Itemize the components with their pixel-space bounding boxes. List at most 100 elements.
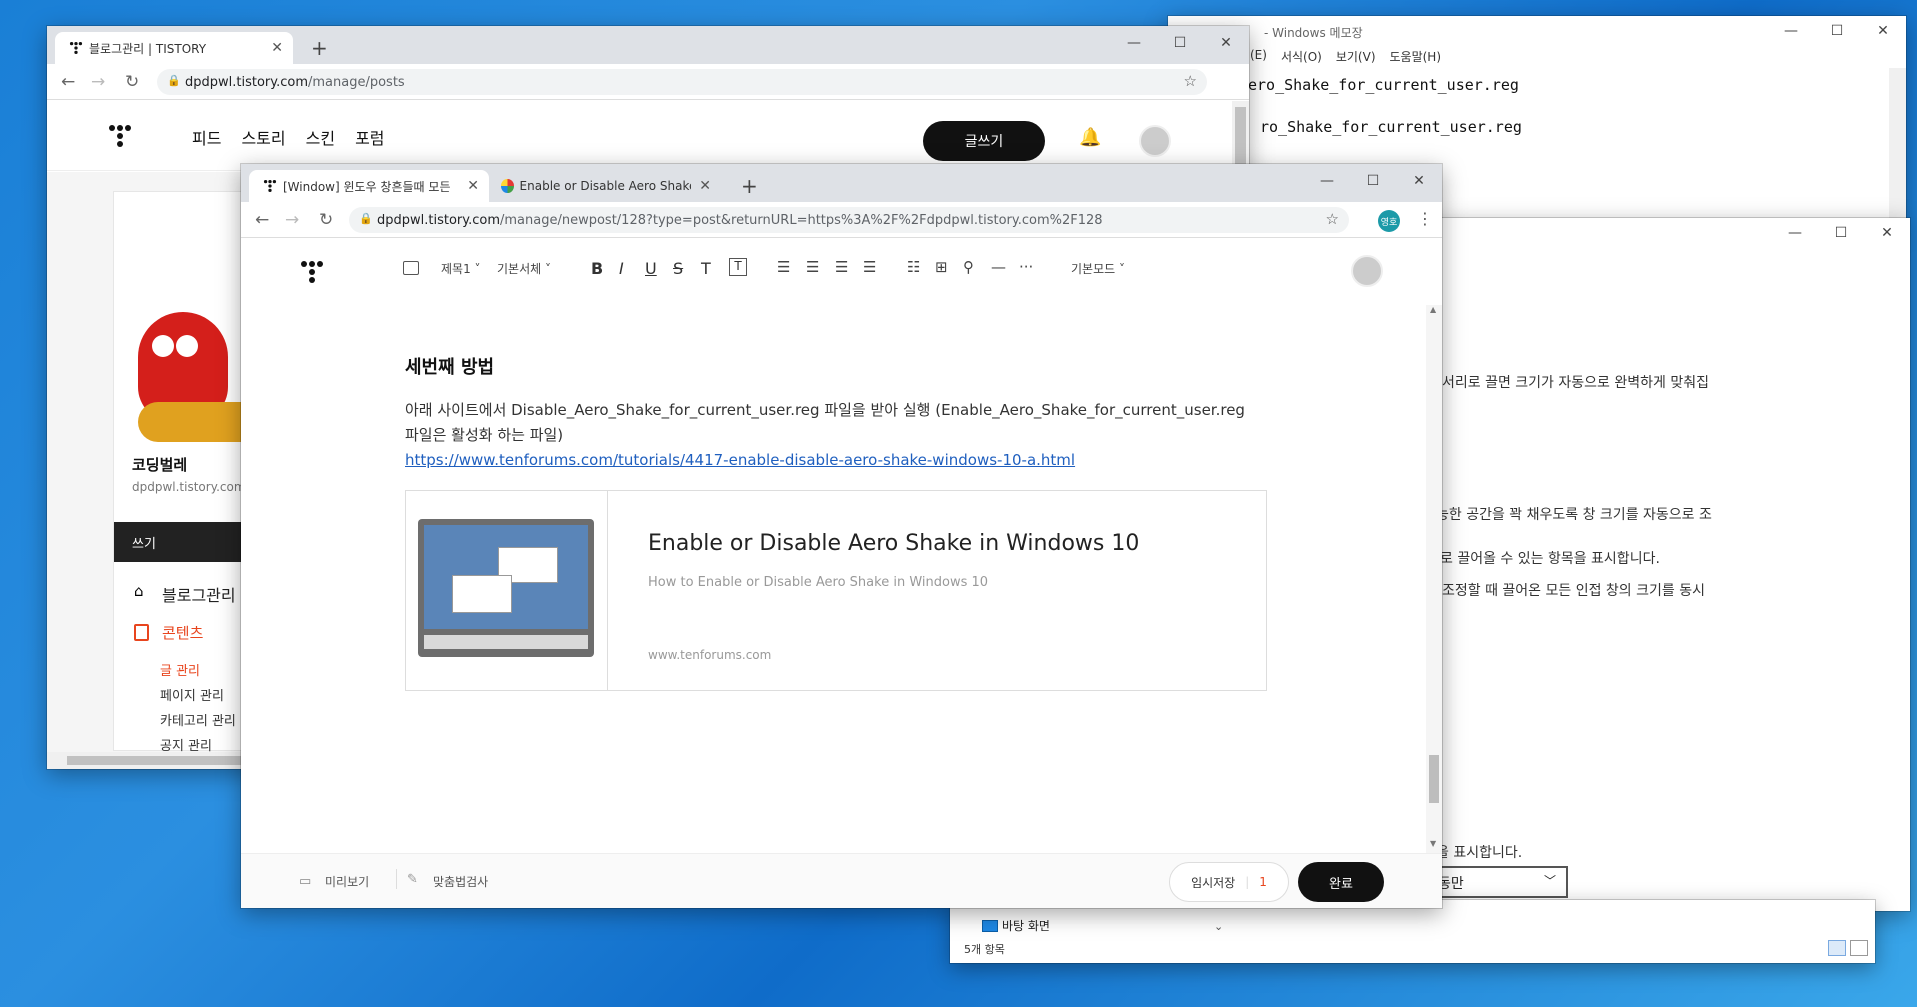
editor-scrollbar[interactable]: ▲ ▼ xyxy=(1426,305,1442,853)
bold-icon[interactable]: B xyxy=(591,259,603,278)
spellcheck-icon: ✎ xyxy=(407,872,418,887)
bell-icon[interactable]: 🔔 xyxy=(1079,127,1101,148)
forward-icon[interactable]: → xyxy=(91,72,105,92)
nav-forum[interactable]: 포럼 xyxy=(355,125,384,149)
maximize-icon[interactable]: ☐ xyxy=(1818,218,1864,248)
post-link[interactable]: https://www.tenforums.com/tutorials/4417… xyxy=(405,451,1075,469)
align-left-icon[interactable]: ☰ xyxy=(777,258,790,276)
link-preview-card[interactable]: Enable or Disable Aero Shake in Windows … xyxy=(405,490,1267,691)
scroll-up-icon[interactable]: ▲ xyxy=(1430,305,1436,314)
tab-editor[interactable]: [Window] 윈도우 창흔들때 모든 ✕ xyxy=(249,170,489,202)
submenu-pages[interactable]: 페이지 관리 xyxy=(160,685,224,704)
temp-save-button[interactable]: 임시저장 | 1 xyxy=(1169,862,1289,902)
submenu-posts[interactable]: 글 관리 xyxy=(160,660,200,679)
tistory-logo-icon[interactable] xyxy=(109,125,131,147)
close-icon[interactable]: ✕ xyxy=(691,178,711,194)
front-browser-window: [Window] 윈도우 창흔들때 모든 ✕ Enable or Disable… xyxy=(241,164,1442,908)
star-icon[interactable]: ☆ xyxy=(1326,210,1339,228)
font-select[interactable]: 기본서체 ˅ xyxy=(497,260,551,277)
menu-view[interactable]: 보기(V) xyxy=(1336,48,1376,65)
submenu-categories[interactable]: 카테고리 관리 xyxy=(160,710,236,729)
address-bar[interactable]: 🔒 dpdpwl.tistory.com/manage/posts ☆ xyxy=(157,69,1207,95)
heading-select[interactable]: 제목1 ˅ xyxy=(441,260,481,277)
list-icon[interactable]: ☷ xyxy=(907,258,920,276)
tiles-view-icon[interactable] xyxy=(1850,940,1868,956)
nav-story[interactable]: 스토리 xyxy=(241,125,285,149)
close-icon[interactable]: ✕ xyxy=(263,40,283,56)
temp-save-label: 임시저장 xyxy=(1191,875,1236,890)
menu-edit[interactable]: (E) xyxy=(1250,48,1267,65)
mode-select[interactable]: 기본모드 ˅ xyxy=(1071,260,1125,277)
address-bar[interactable]: 🔒 dpdpwl.tistory.com/manage/newpost/128?… xyxy=(349,207,1349,233)
write-post-button[interactable]: 글쓰기 xyxy=(923,121,1045,161)
tab-blog-manage[interactable]: 블로그관리 | TISTORY ✕ xyxy=(55,32,293,64)
menu-format[interactable]: 서식(O) xyxy=(1281,48,1322,65)
more-icon[interactable]: ··· xyxy=(1019,258,1033,276)
maximize-icon[interactable]: ☐ xyxy=(1157,28,1203,58)
reload-icon[interactable]: ↻ xyxy=(319,210,333,230)
editor-body[interactable]: 세번째 방법 아래 사이트에서 Disable_Aero_Shake_for_c… xyxy=(241,305,1426,853)
italic-icon[interactable]: I xyxy=(619,259,624,278)
strikethrough-icon[interactable]: S xyxy=(673,259,683,278)
star-icon[interactable]: ☆ xyxy=(1184,72,1197,90)
back-icon[interactable]: ← xyxy=(255,210,269,230)
profile-avatar[interactable]: 영호 xyxy=(1378,210,1400,232)
menu-kebab-icon[interactable]: ⋮ xyxy=(1417,209,1433,228)
temp-save-count: 1 xyxy=(1259,875,1267,889)
caption-buttons: — ☐ ✕ xyxy=(1304,166,1442,196)
font-label: 기본서체 xyxy=(497,262,542,276)
align-center-icon[interactable]: ☰ xyxy=(806,258,819,276)
tistory-logo-icon[interactable] xyxy=(301,261,323,283)
link-icon[interactable]: ⚲ xyxy=(963,258,974,276)
nav-skin[interactable]: 스킨 xyxy=(306,125,335,149)
url-path: /manage/posts xyxy=(308,74,405,90)
new-tab-icon[interactable]: + xyxy=(311,36,328,60)
tab-title: 블로그관리 | TISTORY xyxy=(89,41,207,56)
settings-dropdown[interactable]: 동만 ﹀ xyxy=(1428,866,1568,898)
divider-line-icon[interactable]: — xyxy=(991,258,1006,276)
close-icon[interactable]: ✕ xyxy=(459,178,479,194)
lock-icon: 🔒 xyxy=(359,212,373,225)
close-icon[interactable]: ✕ xyxy=(1860,16,1906,46)
preview-button[interactable]: 미리보기 xyxy=(325,873,369,890)
publish-button[interactable]: 완료 xyxy=(1298,862,1384,902)
contents-icon xyxy=(134,624,149,641)
omnibar: ← → ↻ 🔒 dpdpwl.tistory.com/manage/posts … xyxy=(47,64,1249,100)
scroll-down-icon[interactable]: ▼ xyxy=(1430,839,1436,848)
minimize-icon[interactable]: — xyxy=(1111,28,1157,58)
scrollbar-thumb[interactable] xyxy=(1429,755,1439,803)
close-icon[interactable]: ✕ xyxy=(1396,166,1442,196)
maximize-icon[interactable]: ☐ xyxy=(1350,166,1396,196)
contents-menu[interactable]: 콘텐츠 xyxy=(162,622,203,643)
table-icon[interactable]: ⊞ xyxy=(935,258,948,276)
minimize-icon[interactable]: — xyxy=(1772,218,1818,248)
notepad-menubar: (E) 서식(O) 보기(V) 도움말(H) xyxy=(1250,48,1441,65)
text-background-icon[interactable]: T xyxy=(729,258,747,276)
close-icon[interactable]: ✕ xyxy=(1203,28,1249,58)
minimize-icon[interactable]: — xyxy=(1304,166,1350,196)
forward-icon[interactable]: → xyxy=(285,210,299,230)
reload-icon[interactable]: ↻ xyxy=(125,72,139,92)
spellcheck-button[interactable]: 맞춤법검사 xyxy=(433,873,488,890)
explorer-item[interactable]: 바탕 화면 xyxy=(1002,917,1050,934)
image-insert-icon[interactable] xyxy=(403,261,419,275)
align-justify-icon[interactable]: ☰ xyxy=(863,258,876,276)
avatar[interactable] xyxy=(1351,255,1383,287)
nav-feed[interactable]: 피드 xyxy=(192,125,221,149)
back-icon[interactable]: ← xyxy=(61,72,75,92)
details-view-icon[interactable] xyxy=(1828,940,1846,956)
tab-tenforums[interactable]: Enable or Disable Aero Shake in ✕ xyxy=(491,170,721,202)
maximize-icon[interactable]: ☐ xyxy=(1814,16,1860,46)
menu-help[interactable]: 도움말(H) xyxy=(1390,48,1442,65)
underline-icon[interactable]: U xyxy=(645,259,657,278)
close-icon[interactable]: ✕ xyxy=(1864,218,1910,248)
text-color-icon[interactable]: T xyxy=(701,259,711,278)
new-tab-icon[interactable]: + xyxy=(741,174,758,198)
minimize-icon[interactable]: — xyxy=(1768,16,1814,46)
blog-url[interactable]: dpdpwl.tistory.com xyxy=(132,480,246,494)
chevron-down-icon[interactable]: ⌄ xyxy=(1214,920,1223,933)
notepad-scrollbar[interactable] xyxy=(1889,68,1906,224)
tistory-logo-icon xyxy=(263,179,277,193)
align-right-icon[interactable]: ☰ xyxy=(835,258,848,276)
avatar[interactable] xyxy=(1139,125,1171,157)
